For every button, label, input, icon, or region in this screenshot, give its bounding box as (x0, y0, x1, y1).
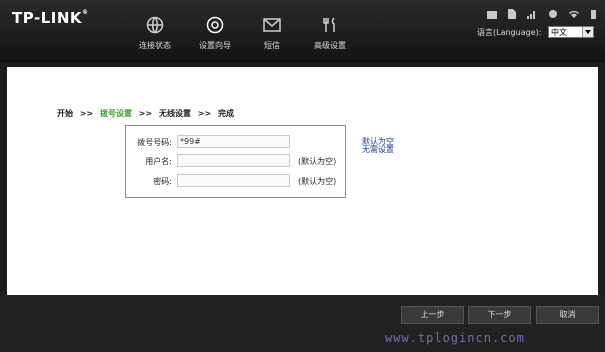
network-icon (548, 4, 558, 23)
nav-label: 设置向导 (199, 41, 231, 50)
step-separator: >> (138, 109, 153, 118)
step-start: 开始 (57, 109, 73, 118)
wizard-steps: 开始 >> 拨号设置 >> 无线设置 >> 完成 (57, 108, 234, 119)
nav-label: 连接状态 (139, 41, 171, 50)
nav-label: 短信 (264, 41, 280, 50)
gear-icon (206, 16, 224, 34)
username-label: 用户名: (145, 157, 172, 166)
language-select[interactable]: 中文 (548, 26, 594, 38)
password-row: 密码: (默认为空) (126, 173, 347, 189)
tools-icon (323, 17, 335, 32)
side-note: 默认为空 无需设置 (362, 138, 394, 154)
status-icons (481, 4, 597, 19)
dial-number-input[interactable]: *99# (177, 135, 290, 148)
chevron-down-icon (582, 27, 593, 37)
step-separator: >> (197, 109, 212, 118)
nav-setup-wizard[interactable]: 设置向导 (188, 16, 242, 51)
step-finish: 完成 (218, 109, 234, 118)
dial-settings-form: 拨号号码: *99# 用户名: (默认为空) 密码: (默认为空) (125, 125, 346, 198)
nav-label: 高级设置 (314, 41, 346, 50)
watermark-text: www.tplogincn.com (385, 331, 525, 345)
password-label: 密码: (153, 177, 172, 186)
prev-button[interactable]: 上一步 (401, 306, 464, 324)
language-selected-value: 中文 (551, 28, 567, 37)
mail-status-icon (486, 4, 497, 23)
battery-icon (590, 4, 597, 23)
password-default-note: (默认为空) (298, 177, 337, 186)
nav-sms[interactable]: 短信 (245, 16, 299, 51)
step-wireless-settings: 无线设置 (159, 109, 191, 118)
sim-icon (507, 4, 516, 23)
username-default-note: (默认为空) (298, 157, 337, 166)
side-note-line2: 无需设置 (362, 145, 394, 154)
signal-icon (526, 4, 537, 23)
brand-text: TP-LINK (12, 9, 83, 27)
envelope-icon (263, 18, 281, 32)
next-button[interactable]: 下一步 (468, 306, 531, 324)
brand-logo: TP-LINK® (12, 9, 89, 27)
cancel-button[interactable]: 取消 (536, 306, 599, 324)
nav-connection-status[interactable]: 连接状态 (128, 16, 182, 51)
top-header: TP-LINK® 连接状态 设置向导 短信 高级设置 语言(Language):… (0, 0, 605, 62)
wifi-icon (568, 4, 579, 23)
dial-number-row: 拨号号码: *99# (126, 134, 347, 150)
username-input[interactable] (177, 154, 290, 167)
dial-number-label: 拨号号码: (137, 138, 172, 147)
nav-advanced-settings[interactable]: 高级设置 (303, 16, 357, 51)
globe-icon (146, 16, 164, 34)
username-row: 用户名: (默认为空) (126, 153, 347, 169)
step-separator: >> (79, 109, 94, 118)
step-dial-settings: 拨号设置 (100, 109, 132, 118)
language-label: 语言(Language): (477, 28, 542, 37)
password-input[interactable] (177, 174, 290, 187)
main-panel: 开始 >> 拨号设置 >> 无线设置 >> 完成 拨号号码: *99# 用户名:… (7, 67, 598, 295)
